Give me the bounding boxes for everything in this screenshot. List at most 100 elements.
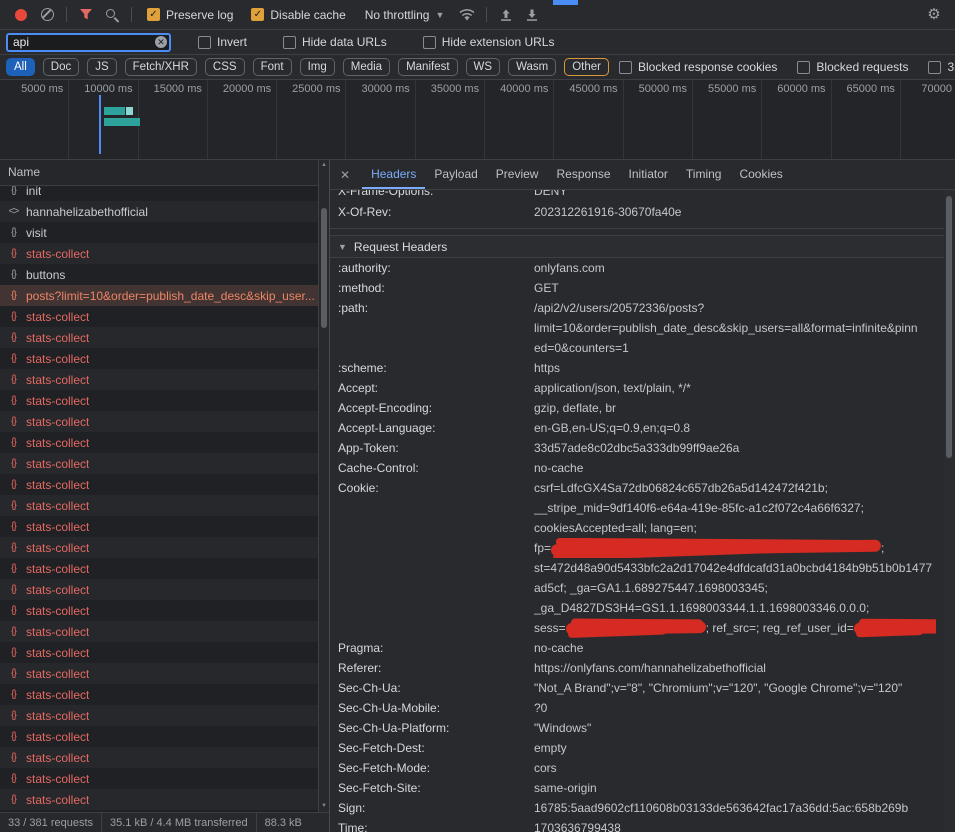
request-row[interactable]: {}stats-collect xyxy=(0,768,329,789)
tab-response[interactable]: Response xyxy=(547,160,619,189)
request-row[interactable]: {} stats-collect xyxy=(0,747,329,768)
timeline-overview[interactable]: 5000 ms10000 ms15000 ms20000 ms25000 ms3… xyxy=(0,80,955,160)
type-filter-wasm[interactable]: Wasm xyxy=(508,58,556,76)
tab-payload[interactable]: Payload xyxy=(425,160,486,189)
header-name: :path: xyxy=(338,298,534,358)
scroll-down-icon[interactable]: ▼ xyxy=(319,801,329,812)
header-name: Sec-Fetch-Dest: xyxy=(338,738,534,758)
request-row[interactable]: {}stats-collect xyxy=(0,621,329,642)
export-har-button[interactable] xyxy=(519,3,545,27)
request-row[interactable]: {}stats-collect xyxy=(0,642,329,663)
settings-button[interactable]: ⚙ xyxy=(921,3,947,27)
type-filter-ws[interactable]: WS xyxy=(466,58,501,76)
request-row[interactable]: {}stats-collect xyxy=(0,600,329,621)
header-value: https xyxy=(534,358,944,378)
request-row[interactable]: {}stats-collect xyxy=(0,516,329,537)
network-conditions-button[interactable] xyxy=(454,3,480,27)
third-party-requests-checkbox[interactable]: 3rd-party requests xyxy=(928,60,955,74)
scroll-up-icon[interactable]: ▲ xyxy=(319,160,329,171)
request-row[interactable]: {}stats-collect xyxy=(0,474,329,495)
request-row[interactable]: {}stats-collect xyxy=(0,411,329,432)
throttling-dropdown[interactable]: No throttling ▼ xyxy=(365,8,445,22)
hide-data-urls-checkbox[interactable]: Hide data URLs xyxy=(283,35,387,49)
request-row[interactable]: {}stats-collect xyxy=(0,705,329,726)
request-row[interactable]: {}stats-collect xyxy=(0,327,329,348)
details-scrollbar[interactable] xyxy=(944,190,955,832)
request-row[interactable]: {}stats-collect xyxy=(0,390,329,411)
type-filter-css[interactable]: CSS xyxy=(205,58,245,76)
name-column-header[interactable]: Name xyxy=(0,160,329,186)
request-name: hannahelizabethofficial xyxy=(26,205,148,219)
request-row[interactable]: {}visit xyxy=(0,222,329,243)
close-icon[interactable]: ✕ xyxy=(340,168,350,182)
preserve-log-checkbox[interactable]: ✓ Preserve log xyxy=(147,8,233,22)
type-filter-js[interactable]: JS xyxy=(87,58,116,76)
resources-size: 88.3 kB xyxy=(257,813,310,832)
tab-headers[interactable]: Headers xyxy=(362,160,425,189)
timeline-tick-label: 65000 ms xyxy=(832,80,900,95)
blocked-requests-checkbox[interactable]: Blocked requests xyxy=(797,60,908,74)
request-row[interactable]: {}stats-collect xyxy=(0,453,329,474)
request-row[interactable]: {}stats-collect xyxy=(0,348,329,369)
header-name: Sec-Ch-Ua-Mobile: xyxy=(338,698,534,718)
request-name: stats-collect xyxy=(26,625,89,639)
request-row[interactable]: <>hannahelizabethofficial xyxy=(0,201,329,222)
details-scrollbar-thumb[interactable] xyxy=(946,196,952,458)
request-row[interactable]: {}posts?limit=10&order=publish_date_desc… xyxy=(0,285,329,306)
filter-input[interactable] xyxy=(6,33,171,52)
hide-extension-urls-checkbox[interactable]: Hide extension URLs xyxy=(423,35,555,49)
request-row[interactable]: {}stats-collect xyxy=(0,369,329,390)
search-button[interactable] xyxy=(99,3,125,27)
list-scrollbar-thumb[interactable] xyxy=(321,208,327,328)
record-button[interactable] xyxy=(8,3,34,27)
unchecked-checkbox-icon xyxy=(198,36,211,49)
waterfall-bar-teal xyxy=(104,118,140,126)
header-value: 1703636799438 xyxy=(534,818,944,832)
request-row[interactable]: {}buttons xyxy=(0,264,329,285)
request-row[interactable]: {}stats-collect xyxy=(0,726,329,747)
request-row[interactable]: {}stats-collect xyxy=(0,663,329,684)
header-name: Pragma: xyxy=(338,638,534,658)
clear-button[interactable] xyxy=(34,3,60,27)
header-name: :scheme: xyxy=(338,358,534,378)
checked-checkbox-icon: ✓ xyxy=(251,8,264,21)
tab-preview[interactable]: Preview xyxy=(487,160,548,189)
script-icon: {} xyxy=(6,752,21,763)
request-row[interactable]: {}stats-collect xyxy=(0,537,329,558)
type-filter-manifest[interactable]: Manifest xyxy=(398,58,457,76)
tab-cookies[interactable]: Cookies xyxy=(730,160,791,189)
disable-cache-checkbox[interactable]: ✓ Disable cache xyxy=(251,8,345,22)
type-filter-media[interactable]: Media xyxy=(343,58,390,76)
request-row[interactable]: {}init xyxy=(0,186,329,201)
type-filter-other[interactable]: Other xyxy=(564,58,609,76)
clear-filter-icon[interactable]: ✕ xyxy=(155,36,167,48)
request-row[interactable]: {}stats-collect xyxy=(0,306,329,327)
script-icon: {} xyxy=(6,689,21,700)
tab-initiator[interactable]: Initiator xyxy=(620,160,677,189)
request-row[interactable]: {}stats-collect xyxy=(0,789,329,810)
script-icon: {} xyxy=(6,395,21,406)
script-icon: {} xyxy=(6,479,21,490)
blocked-response-cookies-checkbox[interactable]: Blocked response cookies xyxy=(619,60,777,74)
request-headers-section[interactable]: ▼ Request Headers xyxy=(330,235,944,258)
tab-timing[interactable]: Timing xyxy=(677,160,731,189)
list-scrollbar[interactable]: ▲ ▼ xyxy=(318,160,329,812)
type-filter-img[interactable]: Img xyxy=(300,58,335,76)
header-row: App-Token:33d57ade8c02dbc5a333db99ff9ae2… xyxy=(330,438,944,458)
request-row[interactable]: {}stats-collect xyxy=(0,495,329,516)
request-row[interactable]: {}stats-collect xyxy=(0,558,329,579)
request-row[interactable]: {}stats-collect xyxy=(0,579,329,600)
timeline-segment: 65000 ms xyxy=(832,80,901,159)
request-row[interactable]: {}stats-collect xyxy=(0,432,329,453)
type-filter-font[interactable]: Font xyxy=(253,58,292,76)
request-name: stats-collect xyxy=(26,751,89,765)
request-row[interactable]: {}stats-collect xyxy=(0,243,329,264)
type-filter-all[interactable]: All xyxy=(6,58,35,76)
filter-toggle-button[interactable] xyxy=(73,3,99,27)
request-name: stats-collect xyxy=(26,583,89,597)
type-filter-fetch-xhr[interactable]: Fetch/XHR xyxy=(125,58,197,76)
request-row[interactable]: {}stats-collect xyxy=(0,684,329,705)
import-har-button[interactable] xyxy=(493,3,519,27)
type-filter-doc[interactable]: Doc xyxy=(43,58,79,76)
invert-checkbox[interactable]: Invert xyxy=(198,35,247,49)
